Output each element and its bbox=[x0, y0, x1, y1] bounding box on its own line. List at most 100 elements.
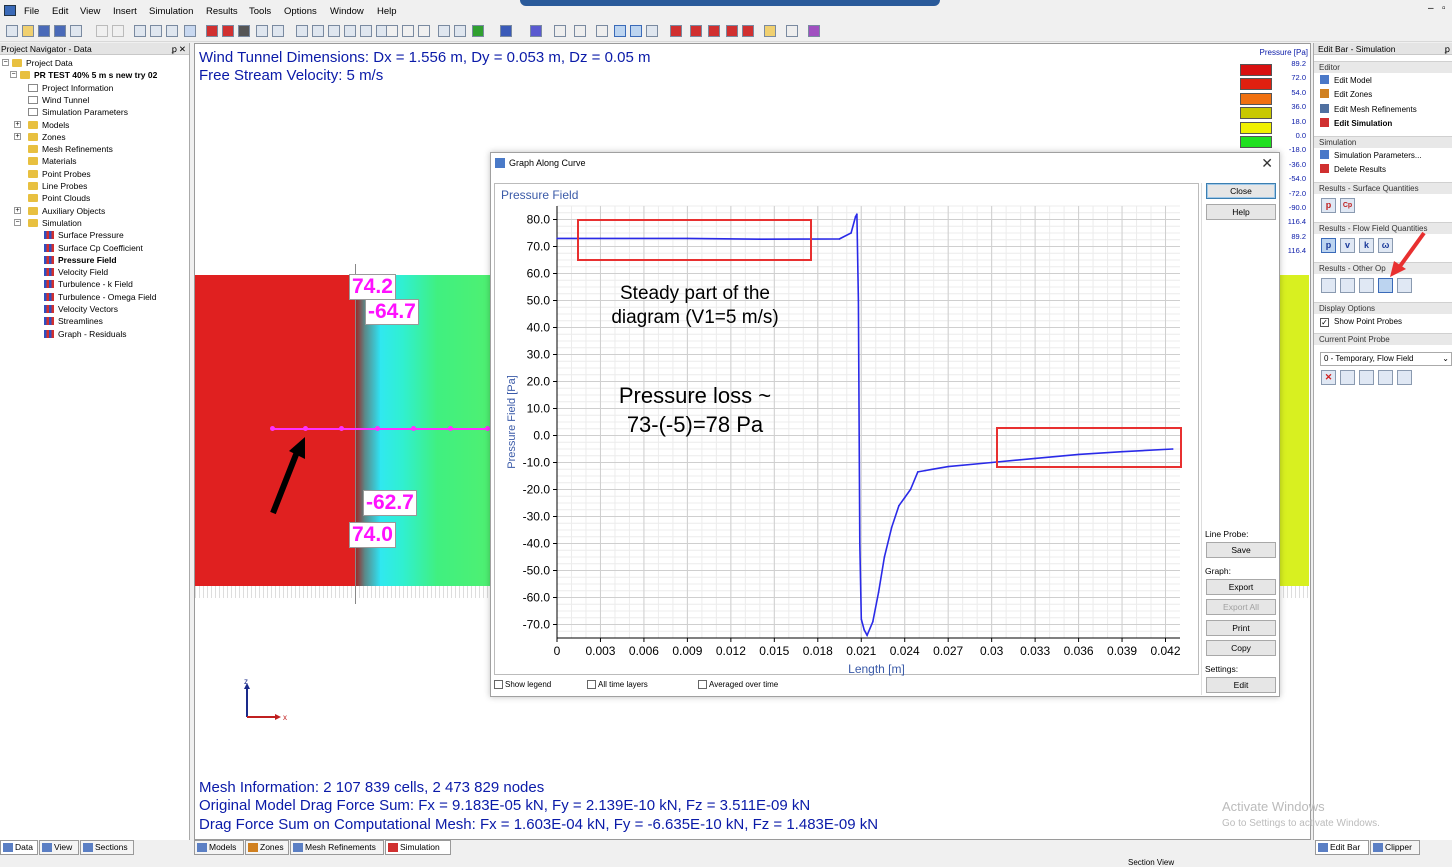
pin-icon[interactable]: ꝑ bbox=[1445, 43, 1450, 55]
tool-1-icon[interactable] bbox=[764, 25, 776, 37]
save-button[interactable]: Save bbox=[1206, 542, 1276, 558]
tree-item[interactable]: Surface Cp Coefficient bbox=[44, 242, 143, 254]
surface-pressure-button[interactable]: p bbox=[1321, 198, 1336, 213]
probe-active-icon[interactable] bbox=[614, 25, 626, 37]
tree-item[interactable]: Velocity Field bbox=[44, 266, 108, 278]
tab-zones[interactable]: Zones bbox=[245, 840, 289, 855]
minimize-window-icon[interactable]: – bbox=[1428, 3, 1434, 14]
tree-item[interactable]: PR TEST 40% 5 m s new try 02 bbox=[20, 69, 157, 81]
dialog-title-bar[interactable]: Graph Along Curve bbox=[491, 153, 1279, 173]
tree-expander-icon[interactable]: − bbox=[14, 219, 21, 226]
view-3-icon[interactable] bbox=[328, 25, 340, 37]
refresh-icon[interactable] bbox=[418, 25, 430, 37]
pressure-field-button[interactable]: p bbox=[1321, 238, 1336, 253]
view-2-icon[interactable] bbox=[312, 25, 324, 37]
menu-results[interactable]: Results bbox=[206, 6, 238, 17]
simulation-parameters-item[interactable]: Simulation Parameters... bbox=[1320, 150, 1422, 162]
tree-item[interactable]: Auxiliary Objects bbox=[28, 205, 105, 217]
render-4-icon[interactable] bbox=[256, 25, 268, 37]
close-panel-icon[interactable]: ✕ bbox=[179, 43, 186, 55]
menu-options[interactable]: Options bbox=[284, 6, 317, 17]
tab-view[interactable]: View bbox=[39, 840, 79, 855]
tree-item[interactable]: Project Data bbox=[12, 57, 73, 69]
color-5-icon[interactable] bbox=[742, 25, 754, 37]
point-probe-dropdown[interactable]: 0 - Temporary, Flow Field⌄ bbox=[1320, 352, 1452, 366]
vectors-button[interactable] bbox=[1321, 278, 1336, 293]
show-legend-checkbox[interactable]: Show legend bbox=[494, 680, 551, 689]
save-all-icon[interactable] bbox=[54, 25, 66, 37]
tree-item[interactable]: Simulation bbox=[28, 217, 82, 229]
edit-model-item[interactable]: Edit Model bbox=[1320, 75, 1372, 87]
residuals-button[interactable] bbox=[1359, 278, 1374, 293]
probe-point[interactable] bbox=[375, 426, 380, 431]
tool-3-icon[interactable] bbox=[808, 25, 820, 37]
export-all-button[interactable]: Export All bbox=[1206, 599, 1276, 615]
tree-item[interactable]: Wind Tunnel bbox=[28, 94, 89, 106]
edit-simulation-item[interactable]: Edit Simulation bbox=[1320, 118, 1392, 130]
tree-expander-icon[interactable]: + bbox=[14, 121, 21, 128]
menu-tools[interactable]: Tools bbox=[249, 6, 271, 17]
probe-point[interactable] bbox=[339, 426, 344, 431]
tree-item[interactable]: Turbulence - k Field bbox=[44, 278, 133, 290]
tree-item[interactable]: Zones bbox=[28, 131, 66, 143]
view-1-icon[interactable] bbox=[296, 25, 308, 37]
tree-item[interactable]: Point Probes bbox=[28, 168, 91, 180]
tree-item[interactable]: Streamlines bbox=[44, 315, 103, 327]
print-button[interactable]: Print bbox=[1206, 620, 1276, 636]
frame-icon[interactable] bbox=[184, 25, 196, 37]
help-button[interactable]: Help bbox=[1206, 204, 1276, 220]
render-5-icon[interactable] bbox=[272, 25, 284, 37]
tree-item[interactable]: Point Clouds bbox=[28, 192, 90, 204]
tab-simulation[interactable]: Simulation bbox=[385, 840, 451, 855]
color-2-icon[interactable] bbox=[690, 25, 702, 37]
pen-icon[interactable] bbox=[530, 25, 542, 37]
restore-window-icon[interactable]: ▫ bbox=[1442, 3, 1446, 14]
tool-2-icon[interactable] bbox=[786, 25, 798, 37]
view-4-icon[interactable] bbox=[344, 25, 356, 37]
edit-button[interactable]: Edit bbox=[1206, 677, 1276, 693]
export-view-icon[interactable] bbox=[454, 25, 466, 37]
tab-mesh-refinements[interactable]: Mesh Refinements bbox=[290, 840, 384, 855]
tab-clipper[interactable]: Clipper bbox=[1370, 840, 1420, 855]
copy-button[interactable]: Copy bbox=[1206, 640, 1276, 656]
view-5-icon[interactable] bbox=[360, 25, 372, 37]
checkbox-box[interactable] bbox=[587, 680, 596, 689]
turbulence-k-button[interactable]: k bbox=[1359, 238, 1374, 253]
flag-icon[interactable] bbox=[472, 25, 484, 37]
undo-icon[interactable] bbox=[96, 25, 108, 37]
mesh-view-icon[interactable] bbox=[134, 25, 146, 37]
tree-expander-icon[interactable]: − bbox=[2, 59, 9, 66]
tree-item[interactable]: Line Probes bbox=[28, 180, 87, 192]
redo-icon[interactable] bbox=[112, 25, 124, 37]
menu-insert[interactable]: Insert bbox=[113, 6, 137, 17]
checkbox-box[interactable] bbox=[698, 680, 707, 689]
save-icon[interactable] bbox=[38, 25, 50, 37]
delete-results-item[interactable]: Delete Results bbox=[1320, 164, 1386, 176]
menu-help[interactable]: Help bbox=[377, 6, 397, 17]
menu-window[interactable]: Window bbox=[330, 6, 364, 17]
tab-sections[interactable]: Sections bbox=[80, 840, 134, 855]
probe-point[interactable] bbox=[270, 426, 275, 431]
pin-icon[interactable]: ꝑ bbox=[172, 43, 177, 55]
render-3-icon[interactable] bbox=[238, 25, 250, 37]
copy-view-icon[interactable] bbox=[438, 25, 450, 37]
show-point-probes-checkbox[interactable]: ✓Show Point Probes bbox=[1320, 316, 1402, 328]
tree-item[interactable]: Velocity Vectors bbox=[44, 303, 118, 315]
averaged-over-time-checkbox[interactable]: Averaged over time bbox=[698, 680, 778, 689]
box-icon[interactable] bbox=[500, 25, 512, 37]
probe-point[interactable] bbox=[303, 426, 308, 431]
probe-graph-button[interactable] bbox=[1378, 370, 1393, 385]
probe-point[interactable] bbox=[448, 426, 453, 431]
tree-expander-icon[interactable]: + bbox=[14, 133, 21, 140]
new-icon[interactable] bbox=[6, 25, 18, 37]
save-probe-button[interactable] bbox=[1359, 370, 1374, 385]
tree-item[interactable]: Graph - Residuals bbox=[44, 328, 127, 340]
color-4-icon[interactable] bbox=[726, 25, 738, 37]
mesh-grid-icon[interactable] bbox=[150, 25, 162, 37]
menu-view[interactable]: View bbox=[80, 6, 100, 17]
tab-data[interactable]: Data bbox=[0, 840, 38, 855]
probe-table-button[interactable] bbox=[1397, 370, 1412, 385]
export-button[interactable]: Export bbox=[1206, 579, 1276, 595]
close-button[interactable]: Close bbox=[1206, 183, 1276, 199]
tree-item[interactable]: Turbulence - Omega Field bbox=[44, 291, 156, 303]
